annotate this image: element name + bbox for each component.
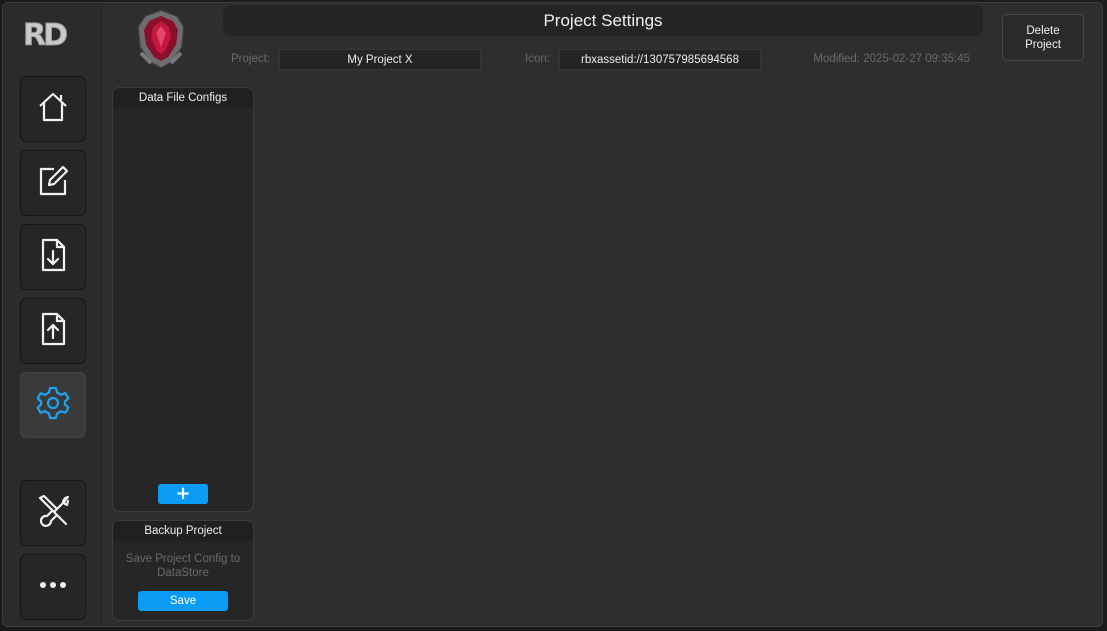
project-badge-icon (129, 7, 193, 71)
backup-description: Save Project Config to DataStore (125, 553, 241, 579)
delete-project-button[interactable]: Delete Project (1002, 14, 1084, 61)
page-title: Project Settings (223, 5, 983, 36)
sidebar-item-edit[interactable] (20, 150, 86, 216)
tools-icon (35, 493, 71, 533)
data-file-configs-title: Data File Configs (113, 88, 253, 108)
icon-asset-input[interactable]: rbxassetid://130757985694568 (559, 49, 761, 70)
gear-icon (35, 385, 71, 425)
sidebar-item-home[interactable] (20, 76, 86, 142)
download-file-icon (35, 237, 71, 277)
project-name-input[interactable]: My Project X (279, 49, 481, 70)
sidebar-item-import[interactable] (20, 224, 86, 290)
sidebar-item-settings[interactable] (20, 372, 86, 438)
sidebar-item-export[interactable] (20, 298, 86, 364)
logo-text: RD (23, 18, 67, 51)
add-config-button[interactable]: + (158, 484, 208, 504)
backup-project-panel: Backup Project Save Project Config to Da… (112, 520, 254, 621)
project-label: Project: (231, 53, 270, 65)
rd-logo: RD (21, 17, 81, 54)
data-file-configs-panel: Data File Configs + (112, 87, 254, 512)
backup-project-title: Backup Project (113, 521, 253, 541)
more-icon (35, 567, 71, 607)
upload-file-icon (35, 311, 71, 351)
app-window: RD Project Settings Project: My Project … (2, 2, 1103, 627)
icon-label: Icon: (525, 53, 550, 65)
sidebar-item-tools[interactable] (20, 480, 86, 546)
home-icon (35, 89, 71, 129)
sidebar: RD (3, 3, 102, 626)
modified-timestamp: Modified: 2025-02-27 09:35:45 (813, 53, 970, 65)
save-button[interactable]: Save (138, 591, 228, 611)
sidebar-item-more[interactable] (20, 554, 86, 620)
edit-icon (35, 163, 71, 203)
